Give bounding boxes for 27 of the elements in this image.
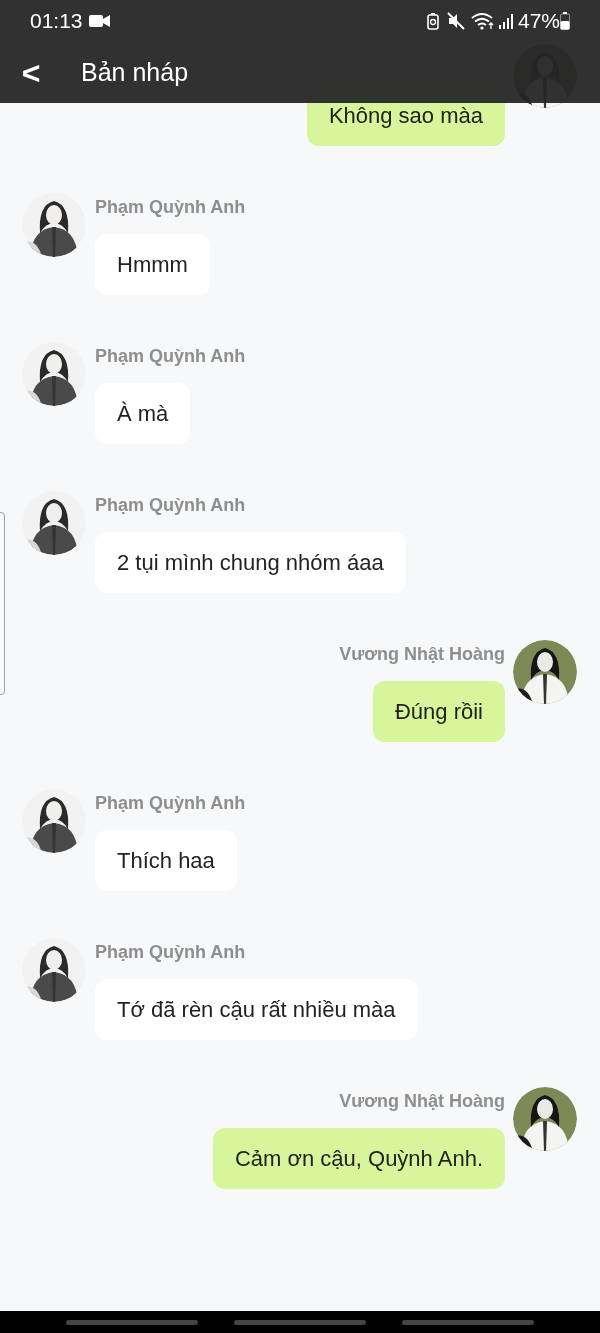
sender-name: Phạm Quỳnh Anh (95, 196, 246, 218)
message-bubble: Đúng rồii (372, 681, 505, 742)
battery-icon (560, 12, 570, 30)
battery-saver-icon (426, 12, 439, 30)
sender-name: Phạm Quỳnh Anh (95, 792, 246, 814)
message-bubble: À mà (95, 383, 191, 444)
back-button[interactable]: < (8, 56, 54, 89)
nav-handle[interactable] (234, 1319, 366, 1325)
message-bubble: Thích haa (95, 830, 237, 891)
video-camera-icon (88, 14, 111, 28)
battery-percent: 47% (517, 8, 560, 35)
sender-name: Phạm Quỳnh Anh (95, 941, 246, 963)
sender-name: Vương Nhật Hoàng (339, 643, 505, 665)
sender-name: Phạm Quỳnh Anh (95, 494, 246, 516)
nav-handle[interactable] (402, 1319, 534, 1325)
wifi-icon (470, 12, 495, 30)
sender-name: Phạm Quỳnh Anh (95, 345, 246, 367)
message-bubble: Hmmm (95, 234, 210, 295)
screen-title: Bản nháp (81, 56, 189, 88)
message-bubble: Cảm ơn cậu, Quỳnh Anh. (213, 1128, 505, 1189)
nav-handle[interactable] (66, 1319, 198, 1325)
sender-name: Vương Nhật Hoàng (339, 1090, 505, 1112)
status-time: 01:13 (30, 8, 83, 35)
mute-icon (446, 12, 465, 30)
message-bubble: Tớ đã rèn cậu rất nhiều màa (95, 979, 418, 1040)
signal-icon (497, 12, 514, 30)
message-bubble: 2 tụi mình chung nhóm áaa (95, 532, 406, 593)
